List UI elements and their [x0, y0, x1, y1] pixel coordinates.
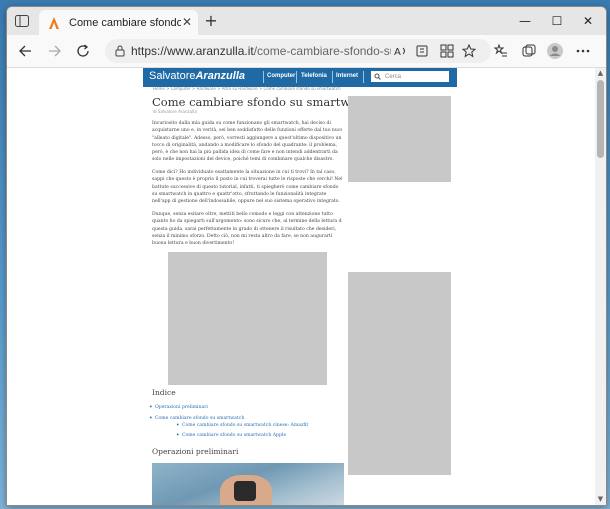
- nav-telefonia[interactable]: Telefonia: [301, 73, 327, 79]
- collections-icon[interactable]: [519, 41, 539, 61]
- tab-close-icon[interactable]: ✕: [182, 15, 192, 29]
- ad-placeholder-top[interactable]: [348, 96, 451, 182]
- toc-item[interactable]: Operazioni preliminari: [149, 404, 208, 411]
- new-tab-button[interactable]: +: [202, 12, 220, 30]
- apps-icon[interactable]: [437, 41, 457, 61]
- favorites-list-icon[interactable]: [491, 41, 511, 61]
- site-header: SalvatoreAranzulla Computer Telefonia In…: [143, 68, 457, 87]
- toc-heading: Indice: [152, 388, 176, 397]
- paragraph-line: questa guida, sarai perfettamente in gra…: [152, 226, 337, 232]
- toc-subitem[interactable]: Come cambiare sfondo su smartwatch Apple: [176, 432, 286, 439]
- active-tab[interactable]: Come cambiare sfondo su smartw ✕: [39, 10, 198, 35]
- minimize-button[interactable]: —: [511, 11, 539, 31]
- tab-strip: Come cambiare sfondo su smartw ✕ + — ☐ ✕: [7, 7, 606, 35]
- arrow-left-icon: [19, 45, 31, 57]
- nav-computer[interactable]: Computer: [267, 73, 295, 79]
- vertical-scrollbar[interactable]: ▲ ▼: [595, 68, 606, 505]
- paragraph-line: Incuriosito dalla mia guida su come funz…: [152, 121, 331, 126]
- profile-avatar[interactable]: [545, 41, 565, 61]
- maximize-button[interactable]: ☐: [543, 11, 571, 31]
- nav-divider: [296, 71, 297, 83]
- close-window-button[interactable]: ✕: [574, 11, 602, 31]
- paragraph-line: solo nelle impostazioni del device, poic…: [152, 157, 334, 163]
- scroll-down-icon[interactable]: ▼: [596, 495, 605, 504]
- read-aloud-icon[interactable]: A: [391, 41, 411, 61]
- svg-text:A: A: [394, 47, 401, 57]
- article-photo: [152, 463, 344, 505]
- paragraph-line: "alleato digitale". Adesso, però, vorres…: [152, 135, 342, 141]
- url-domain: https://www.aranzulla.it: [131, 44, 254, 58]
- tab-actions-icon[interactable]: [11, 11, 33, 31]
- aranzulla-favicon-icon: [47, 16, 61, 30]
- byline: di Salvatore Aranzulla: [153, 109, 197, 114]
- browser-window: Come cambiare sfondo su smartw ✕ + — ☐ ✕…: [6, 6, 607, 506]
- forward-button[interactable]: [45, 41, 65, 61]
- settings-more-icon[interactable]: [573, 41, 593, 61]
- site-logo[interactable]: SalvatoreAranzulla: [149, 70, 245, 82]
- paragraph-line: tocco di originalità, andando a modifica…: [152, 142, 338, 148]
- paragraph-line: nell'app di gestione dell'indossabile, o…: [152, 199, 340, 205]
- immersive-reader-icon[interactable]: [413, 41, 433, 61]
- arrow-right-icon: [49, 45, 61, 57]
- ad-placeholder-center[interactable]: [168, 252, 327, 385]
- paragraph-line: buona lettura e buon divertimento!: [152, 241, 235, 247]
- logo-light-text: Salvatore: [149, 70, 196, 82]
- scroll-up-icon[interactable]: ▲: [596, 69, 605, 78]
- paragraph-line: Dunque, senza esitare oltre, mettiti bel…: [152, 212, 333, 217]
- browser-toolbar: https://www.aranzulla.it/come-cambiare-s…: [7, 35, 606, 68]
- toc-subitem[interactable]: Come cambiare sfondo su smartwatch cines…: [176, 422, 308, 429]
- address-bar[interactable]: https://www.aranzulla.it/come-cambiare-s…: [105, 39, 491, 63]
- nav-divider: [363, 71, 364, 83]
- site-search-input[interactable]: Cerca: [371, 71, 449, 82]
- paragraph-line: senza il minimo sforzo. Detto ciò, non m…: [152, 233, 333, 239]
- nav-divider: [263, 71, 264, 83]
- ad-placeholder-side[interactable]: [348, 272, 451, 475]
- tab-title: Come cambiare sfondo su smartw: [69, 16, 181, 29]
- back-button[interactable]: [15, 41, 35, 61]
- intro-paragraph-2: Come dici? Ho individuato esattamente la…: [152, 169, 342, 205]
- photo-smartwatch: [234, 481, 256, 501]
- url-text: https://www.aranzulla.it/come-cambiare-s…: [131, 44, 391, 58]
- refresh-button[interactable]: [73, 41, 93, 61]
- nav-internet[interactable]: Internet: [336, 73, 358, 79]
- paragraph-line: però, è che non hai la più pallida idea …: [152, 150, 338, 156]
- scrollbar-thumb[interactable]: [597, 80, 604, 158]
- lock-icon[interactable]: [115, 45, 125, 57]
- page-title: Come cambiare sfondo su smartwatch: [152, 95, 376, 109]
- paragraph-line: sappi che questo è proprio il posto in c…: [152, 177, 342, 183]
- logo-bold-text: Aranzulla: [195, 70, 245, 82]
- paragraph-line: su smartwatch in quattro e quattr'otto, …: [152, 191, 327, 197]
- page-viewport: SalvatoreAranzulla Computer Telefonia In…: [7, 68, 606, 505]
- section-heading: Operazioni preliminari: [152, 447, 239, 456]
- paragraph-line: battute successive di questo tutorial, i…: [152, 184, 339, 190]
- paragraph-line: quanto ho da spiegarti sull'argomento: s…: [152, 219, 342, 225]
- refresh-icon: [77, 44, 89, 57]
- search-placeholder: Cerca: [385, 73, 402, 80]
- paragraph-line: Come dici? Ho individuato esattamente la…: [152, 170, 336, 175]
- intro-paragraph-3: Dunque, senza esitare oltre, mettiti bel…: [152, 211, 342, 247]
- intro-paragraph-1: Incuriosito dalla mia guida su come funz…: [152, 120, 342, 164]
- nav-divider: [332, 71, 333, 83]
- search-icon: [374, 73, 381, 80]
- breadcrumb[interactable]: Home > Computer > Hardware > Altro su Ha…: [153, 86, 341, 91]
- paragraph-line: acquistarne uno e, in verità, sei ben so…: [152, 128, 342, 134]
- toc-item[interactable]: Come cambiare sfondo su smartwatch: [149, 415, 244, 422]
- url-path: /come-cambiare-sfondo-su-smartwatch: [253, 44, 391, 58]
- favorite-star-icon[interactable]: [459, 41, 479, 61]
